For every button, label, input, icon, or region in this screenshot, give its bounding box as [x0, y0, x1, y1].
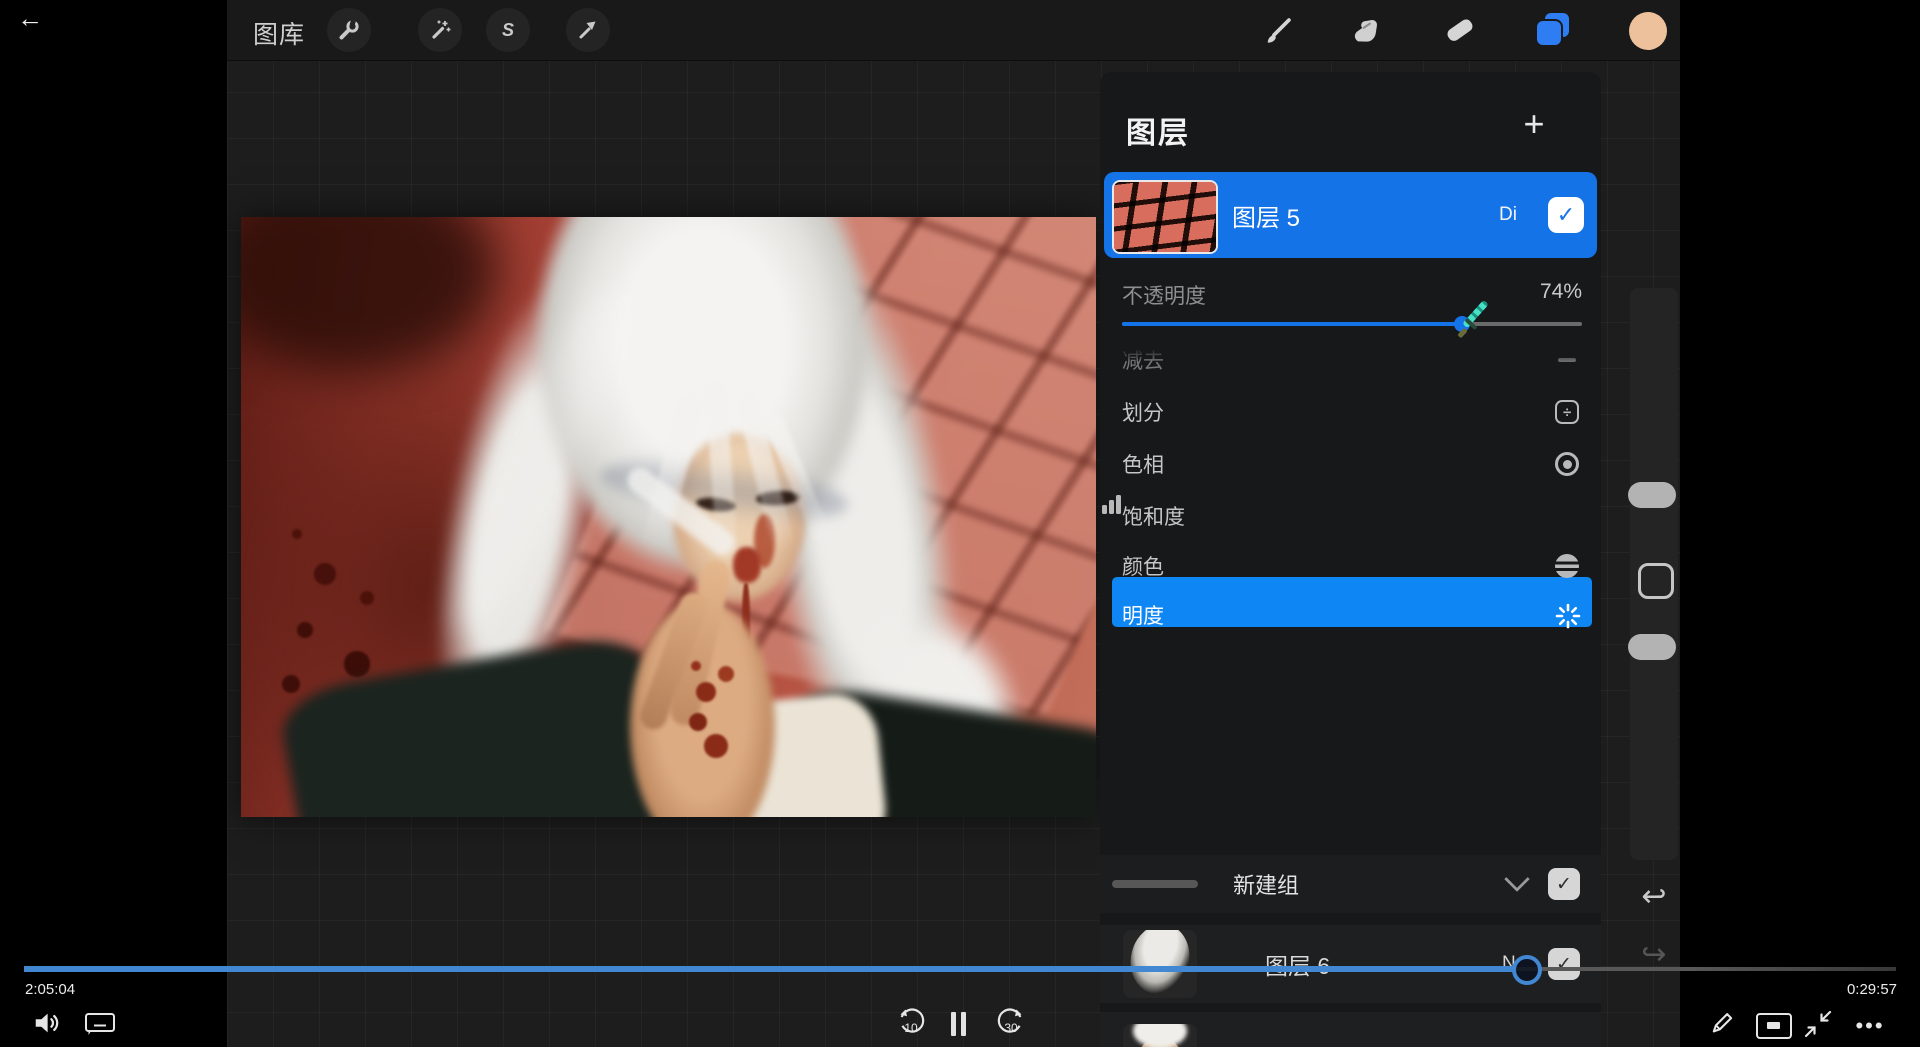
opacity-slider[interactable] [1122, 316, 1582, 332]
layer-group-row[interactable]: 新建组 ✓ [1100, 855, 1601, 913]
luminosity-icon [1555, 603, 1579, 627]
divide-icon: ÷ [1555, 400, 1579, 424]
blend-label: 划分 [1122, 388, 1164, 436]
exit-fullscreen-button[interactable] [1803, 1009, 1833, 1039]
selection-s-icon: S [496, 18, 520, 42]
magic-wand-icon [428, 18, 452, 42]
more-options-button[interactable]: ••• [1850, 1012, 1890, 1040]
selection-button[interactable]: S [486, 8, 530, 52]
blend-label: 明度 [1122, 591, 1164, 639]
pip-inner-rect [1767, 1022, 1780, 1029]
group-thumbnail-dash [1112, 880, 1198, 888]
skip-back-10-button[interactable]: 10 [896, 1008, 926, 1040]
layers-panel-button[interactable] [1533, 10, 1573, 50]
gallery-button[interactable]: 图库 [253, 15, 305, 51]
actions-wrench-button[interactable] [327, 8, 371, 52]
skip-back-label: 10 [896, 1021, 926, 1035]
transform-button[interactable] [566, 8, 610, 52]
blend-row-hue[interactable]: 色相 [1100, 440, 1601, 488]
picture-in-picture-button[interactable] [1756, 1013, 1792, 1039]
layer-thumbnail-art [1112, 180, 1218, 254]
subtitles-icon [84, 1012, 116, 1036]
layer-row-selected[interactable]: 图层 5 Di ✓ [1104, 172, 1597, 258]
layer5b-thumbnail-hair [1133, 1024, 1187, 1047]
blend-row-color[interactable]: 颜色 [1100, 542, 1601, 590]
adjustments-wand-button[interactable] [418, 8, 462, 52]
group-name: 新建组 [1233, 855, 1299, 913]
pencil-icon [1708, 1009, 1736, 1037]
layer-name: 图层 5 [1265, 1012, 1330, 1047]
video-content: 图库 S [227, 0, 1680, 1047]
opacity-value: 74% [1540, 280, 1582, 304]
timeline-scrubber[interactable] [1512, 955, 1542, 985]
group-visibility-checkbox[interactable]: ✓ [1548, 868, 1580, 900]
layer-visibility-checkbox[interactable]: ✓ [1548, 948, 1580, 980]
back-button[interactable]: ← [12, 0, 48, 36]
eraser-tool-button[interactable] [1439, 10, 1479, 50]
opacity-handle[interactable] [1454, 316, 1470, 332]
layers-panel-title: 图层 [1126, 108, 1190, 152]
smudge-finger-icon [1348, 13, 1382, 47]
hue-icon [1555, 452, 1579, 476]
undo-button[interactable]: ↩ [1632, 876, 1676, 916]
layer-thumbnail [1112, 180, 1218, 254]
active-color-swatch [1629, 12, 1667, 50]
annotate-button[interactable] [1708, 1009, 1736, 1037]
blend-list-top-fade [1100, 348, 1601, 362]
timeline[interactable] [24, 966, 1896, 972]
elapsed-time: 2:05:04 [25, 981, 75, 998]
blend-label: 饱和度 [1122, 492, 1185, 540]
svg-text:S: S [502, 20, 514, 40]
color-picker-button[interactable] [1628, 11, 1668, 51]
blend-mode-badge[interactable]: Di [1499, 204, 1517, 226]
blend-row-divide[interactable]: 划分 ÷ [1100, 388, 1601, 436]
drawing-canvas[interactable] [241, 217, 1096, 817]
smudge-tool-button[interactable] [1345, 10, 1385, 50]
add-layer-button[interactable]: + [1512, 102, 1556, 146]
timeline-played-track [24, 966, 1513, 972]
eraser-icon [1442, 13, 1476, 47]
layers-panel: 图层 + 图层 5 Di ✓ 不透明度 74% [1100, 72, 1601, 1047]
layer6-thumbnail-art [1123, 930, 1196, 998]
opacity-label: 不透明度 [1122, 280, 1206, 310]
layer6-thumbnail [1123, 930, 1197, 998]
artwork-blood-nose [733, 547, 760, 583]
opacity-fill [1122, 322, 1462, 326]
pause-bar [951, 1012, 956, 1036]
pause-button[interactable] [949, 1012, 969, 1036]
brush-opacity-slider-handle[interactable] [1628, 634, 1676, 660]
blend-label: 颜色 [1122, 542, 1164, 590]
brush-tool-button[interactable] [1259, 10, 1299, 50]
layer-name: 图层 6 [1265, 925, 1330, 1003]
video-player: 图库 S [0, 0, 1920, 1047]
layer-row-5-partial[interactable]: 图层 5 N ✓ [1100, 1012, 1601, 1047]
brush-size-slider-handle[interactable] [1628, 482, 1676, 508]
collapse-icon [1803, 1009, 1833, 1039]
blend-mode-list: 减去 划分 ÷ 色相 饱和度 颜色 [1100, 348, 1601, 644]
layers-icon-front [1537, 21, 1561, 45]
skip-forward-label: 30 [996, 1021, 1026, 1035]
chevron-down-icon[interactable] [1503, 876, 1531, 893]
blend-row-saturation[interactable]: 饱和度 [1100, 492, 1601, 540]
volume-button[interactable] [32, 1008, 62, 1038]
transform-arrow-icon [576, 18, 600, 42]
blend-row-luminosity[interactable]: 明度 [1100, 591, 1601, 639]
modify-button[interactable] [1638, 563, 1674, 599]
procreate-toolbar: 图库 S [227, 0, 1680, 61]
layer-visibility-checkbox[interactable]: ✓ [1548, 197, 1584, 233]
artwork-blood-hand [691, 661, 701, 671]
speaker-icon [32, 1008, 62, 1038]
layer5b-thumbnail [1123, 1024, 1197, 1047]
subtitles-button[interactable] [84, 1012, 116, 1036]
wrench-icon [337, 18, 361, 42]
pause-bar2 [961, 1012, 966, 1036]
skip-forward-30-button[interactable]: 30 [996, 1008, 1026, 1040]
remaining-time: 0:29:57 [1847, 981, 1897, 998]
brush-icon [1262, 13, 1296, 47]
blend-label: 色相 [1122, 440, 1164, 488]
saturation-icon [1100, 492, 1124, 516]
color-icon [1555, 554, 1579, 578]
layer-name: 图层 5 [1232, 172, 1300, 258]
